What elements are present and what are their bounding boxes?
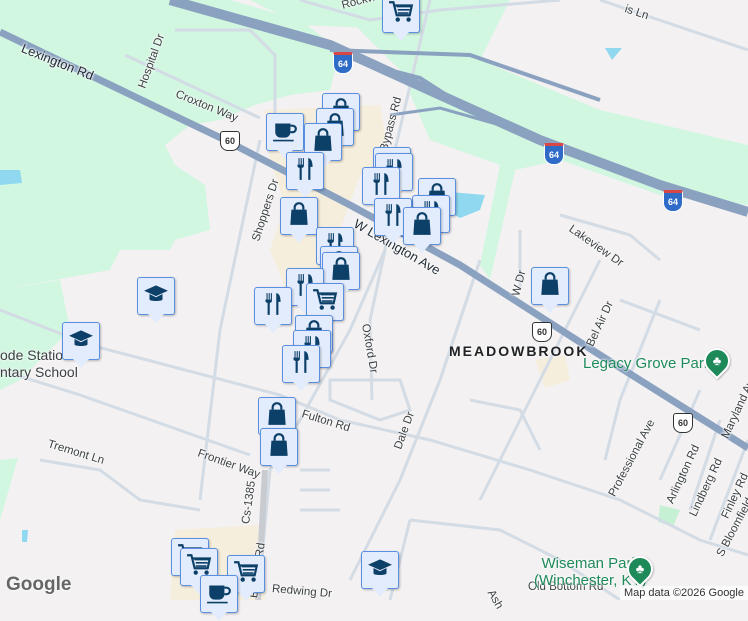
us60-shield: 60 xyxy=(673,413,693,433)
restaurant-icon xyxy=(368,171,394,202)
shopping-bag-marker[interactable] xyxy=(531,267,569,313)
coffee-marker[interactable] xyxy=(200,575,238,621)
pond xyxy=(605,48,622,60)
neighborhood-label: MEADOWBROOK xyxy=(449,343,589,359)
restaurant-marker[interactable] xyxy=(254,287,292,333)
grocery-cart-icon xyxy=(312,287,338,318)
shopping-bag-marker[interactable] xyxy=(403,207,441,253)
google-logo: Google xyxy=(6,574,72,595)
restaurant-marker[interactable] xyxy=(286,152,324,198)
school-icon xyxy=(143,281,169,312)
pond xyxy=(0,170,22,185)
restaurant-marker[interactable] xyxy=(282,345,320,391)
i64-shield: 64 xyxy=(544,143,564,165)
legacy-grove-park-label[interactable]: Legacy Grove Park xyxy=(583,355,711,372)
shopping-bag-marker[interactable] xyxy=(260,428,298,474)
coffee-icon xyxy=(206,579,232,610)
shopping-bag-icon xyxy=(409,211,435,242)
map-canvas[interactable] xyxy=(0,0,748,600)
i64-shield: 64 xyxy=(333,52,353,74)
school-marker[interactable] xyxy=(137,277,175,323)
restaurant-icon xyxy=(260,291,286,322)
map-attribution[interactable]: Map data ©2026 Google xyxy=(619,586,748,600)
school-icon xyxy=(367,555,393,586)
shopping-bag-icon xyxy=(328,256,354,287)
grocery-cart-icon xyxy=(388,0,414,30)
coffee-marker[interactable] xyxy=(266,113,304,159)
shopping-bag-icon xyxy=(264,401,290,432)
school-icon xyxy=(68,326,94,357)
us60-shield: 60 xyxy=(220,131,240,151)
green-area-west3 xyxy=(0,458,18,520)
shopping-bag-marker[interactable] xyxy=(280,197,318,243)
school-label-line2: ntary School xyxy=(0,364,78,380)
school-marker[interactable] xyxy=(361,551,399,597)
grocery-cart-marker[interactable] xyxy=(382,0,420,41)
us60-shield: 60 xyxy=(532,322,552,342)
shopping-bag-icon xyxy=(286,201,312,232)
coffee-icon xyxy=(272,117,298,148)
shopping-bag-icon xyxy=(537,271,563,302)
i64-shield: 64 xyxy=(663,190,683,212)
restaurant-icon xyxy=(288,349,314,380)
shopping-bag-icon xyxy=(266,432,292,463)
school-marker[interactable] xyxy=(62,322,100,368)
restaurant-icon xyxy=(292,156,318,187)
